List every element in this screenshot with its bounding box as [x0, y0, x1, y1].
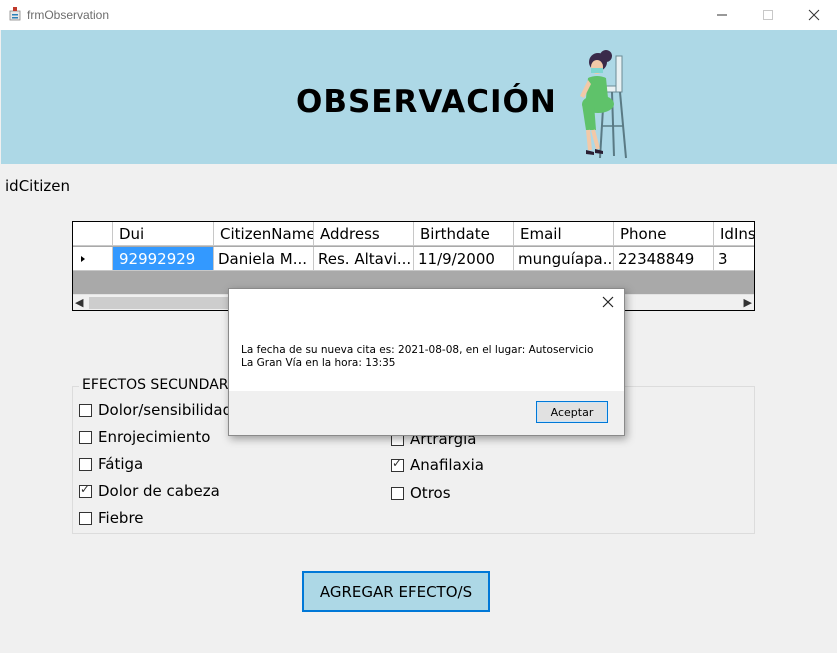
- checkbox-label: Dolor/sensibilidad: [98, 401, 233, 419]
- checkbox-box[interactable]: [79, 403, 92, 417]
- checkbox-label: Anafilaxia: [410, 456, 485, 474]
- checkbox-anafilaxia[interactable]: Anafilaxia: [391, 455, 484, 475]
- table-cell[interactable]: 22348849: [614, 247, 714, 271]
- table-cell[interactable]: 11/9/2000: [414, 247, 514, 271]
- table-cell[interactable]: 92992929: [113, 247, 214, 271]
- checkbox-fatiga[interactable]: Fátiga: [79, 454, 143, 474]
- table-row[interactable]: 92992929 Daniela M... Res. Altavi... 11/…: [73, 247, 754, 271]
- maximize-button[interactable]: [745, 0, 791, 30]
- checkbox-box[interactable]: [391, 456, 404, 472]
- column-header[interactable]: Email: [514, 222, 614, 246]
- checkbox-box[interactable]: [79, 457, 92, 471]
- nurse-illustration: [580, 50, 627, 159]
- checkbox-otros[interactable]: Otros: [391, 483, 451, 503]
- checkbox-enrojecimiento[interactable]: Enrojecimiento: [79, 427, 210, 447]
- id-citizen-label: idCitizen: [5, 177, 70, 195]
- checkbox-box[interactable]: [79, 482, 92, 498]
- checkbox-label: Otros: [410, 484, 451, 502]
- scroll-left-icon[interactable]: ◀: [75, 296, 83, 309]
- column-header[interactable]: Address: [314, 222, 414, 246]
- dialog-message: La fecha de su nueva cita es: 2021-08-08…: [241, 344, 594, 369]
- column-header[interactable]: IdIns: [714, 222, 754, 246]
- column-header[interactable]: CitizenName: [214, 222, 314, 246]
- checkbox-box[interactable]: [391, 486, 404, 500]
- grid-header: Dui CitizenName Address Birthdate Email …: [73, 222, 754, 246]
- column-header[interactable]: Dui: [113, 222, 214, 246]
- checkbox-box[interactable]: [79, 511, 92, 525]
- close-icon: [808, 9, 820, 21]
- scroll-right-icon[interactable]: ▶: [744, 296, 752, 309]
- close-icon: [602, 296, 614, 308]
- window-title: frmObservation: [27, 8, 110, 22]
- page-title: OBSERVACIÓN: [296, 84, 557, 120]
- dialog-close-button[interactable]: [600, 294, 616, 310]
- table-cell[interactable]: munguíapa...: [514, 247, 614, 271]
- maximize-icon: [763, 10, 773, 20]
- checkbox-fiebre[interactable]: Fiebre: [79, 508, 144, 528]
- checkbox-label: Fiebre: [98, 509, 144, 527]
- checkbox-label: Enrojecimiento: [98, 428, 211, 446]
- add-effects-button[interactable]: AGREGAR EFECTO/S: [302, 571, 490, 612]
- table-cell[interactable]: 3: [714, 247, 754, 271]
- minimize-button[interactable]: [699, 0, 745, 30]
- row-header[interactable]: [73, 247, 113, 271]
- close-window-button[interactable]: [791, 0, 837, 30]
- message-dialog: La fecha de su nueva cita es: 2021-08-08…: [228, 288, 625, 436]
- row-pointer-icon: [81, 256, 85, 262]
- dialog-footer: Aceptar: [229, 391, 624, 435]
- app-icon: [9, 7, 21, 21]
- checkbox-dolor-de-cabeza[interactable]: Dolor de cabeza: [79, 481, 220, 501]
- ok-button[interactable]: Aceptar: [536, 401, 608, 423]
- checkbox-dolor-sensibilidad[interactable]: Dolor/sensibilidad: [79, 400, 232, 420]
- column-header[interactable]: Birthdate: [414, 222, 514, 246]
- grid-corner: [73, 222, 113, 246]
- minimize-icon: [717, 14, 727, 16]
- checkbox-label: Fátiga: [98, 455, 144, 473]
- column-header[interactable]: Phone: [614, 222, 714, 246]
- checkbox-box[interactable]: [79, 430, 92, 444]
- window-titlebar[interactable]: frmObservation: [0, 0, 837, 30]
- checkbox-label: Dolor de cabeza: [98, 482, 220, 500]
- table-cell[interactable]: Daniela M...: [214, 247, 314, 271]
- table-cell[interactable]: Res. Altavi...: [314, 247, 414, 271]
